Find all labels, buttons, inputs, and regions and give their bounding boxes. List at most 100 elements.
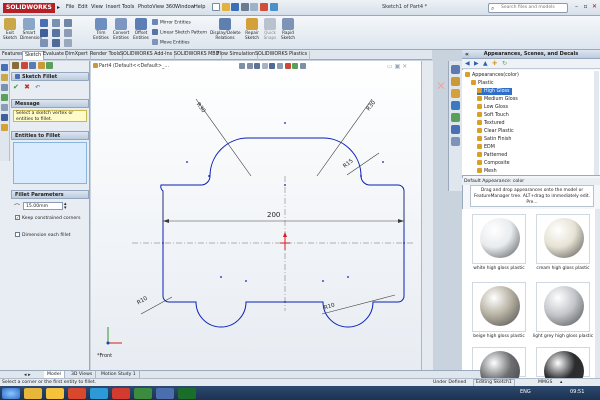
entities-selection-box[interactable]	[13, 142, 87, 184]
solidworks-logo[interactable]: SOLIDWORKS	[3, 3, 55, 13]
swatch-light-grey-high-gloss[interactable]	[536, 282, 590, 332]
swatch-white-high-gloss[interactable]	[472, 214, 526, 264]
open-folder-icon[interactable]	[221, 3, 230, 11]
tree-item-patterned[interactable]: Patterned	[477, 152, 507, 159]
fillet-icon[interactable]	[64, 29, 72, 37]
sketch-tool-icon[interactable]	[1, 84, 8, 91]
sketch-tool-icon[interactable]	[1, 114, 8, 121]
ok-check-icon[interactable]: ✔	[13, 83, 19, 91]
sketch-tool-icon[interactable]	[1, 64, 8, 71]
taskbar-app-icon[interactable]	[68, 388, 86, 399]
circle-icon[interactable]	[52, 19, 60, 27]
rectangle-icon[interactable]	[40, 29, 48, 37]
tree-item-appearances[interactable]: Appearances(color)	[465, 72, 519, 79]
tree-item-medium-gloss[interactable]: Medium Gloss	[477, 96, 518, 103]
print-icon[interactable]	[240, 3, 249, 11]
menu-insert[interactable]: Insert	[106, 4, 120, 10]
arc-icon[interactable]	[52, 29, 60, 37]
line-icon[interactable]	[40, 19, 48, 27]
menu-tools[interactable]: Tools	[122, 4, 134, 10]
offset-entities-button[interactable]: Offset Entities	[132, 18, 150, 40]
smart-dimension-button[interactable]: Smart Dimension	[20, 18, 42, 40]
tree-item-satin-finish[interactable]: Satin Finish	[477, 136, 511, 143]
sketch-tool-icon[interactable]	[1, 94, 8, 101]
feature-manager-icon[interactable]	[12, 62, 19, 69]
up-folder-icon[interactable]: ▲	[483, 60, 488, 67]
dimension-each-checkbox[interactable]	[15, 232, 20, 237]
tree-item-composite[interactable]: Composite	[477, 160, 510, 167]
expand-menu-arrow-icon[interactable]: ▸	[57, 4, 60, 11]
taskbar-language[interactable]: ENG	[520, 389, 531, 395]
point-icon[interactable]	[64, 39, 72, 47]
tab-flow-simulation[interactable]: Flow Simulation	[215, 51, 259, 60]
appearances-icon[interactable]	[451, 113, 460, 122]
solidworks-resources-icon[interactable]	[451, 65, 460, 74]
tab-plastics[interactable]: SOLIDWORKS Plastics	[253, 51, 311, 60]
display-delete-relations-button[interactable]: Display/Delete Relations	[210, 18, 241, 40]
swatch-dark-grey-high-gloss[interactable]	[472, 347, 526, 391]
tree-item-clear-plastic[interactable]: Clear Plastic	[477, 128, 514, 135]
tree-item-high-gloss[interactable]: High Gloss	[477, 88, 512, 95]
menu-view[interactable]: View	[91, 4, 103, 10]
restore-button[interactable]: ▫	[581, 2, 590, 11]
keep-constrained-checkbox[interactable]: ✓	[15, 215, 20, 220]
design-library-icon[interactable]	[451, 77, 460, 86]
taskbar-app-icon[interactable]	[156, 388, 174, 399]
sketch-tool-icon[interactable]	[1, 104, 8, 111]
menu-photoview[interactable]: PhotoView 360	[138, 4, 175, 10]
taskbar-app-icon[interactable]	[178, 388, 196, 399]
refresh-icon[interactable]: ↻	[502, 60, 507, 67]
tree-item-mesh[interactable]: Mesh	[477, 168, 497, 175]
custom-properties-icon[interactable]	[451, 125, 460, 134]
text-icon[interactable]	[52, 39, 60, 47]
tree-item-soft-touch[interactable]: Soft Touch	[477, 112, 509, 119]
back-icon[interactable]: ◀	[465, 60, 470, 67]
tab-addins[interactable]: SOLIDWORKS Add-Ins	[118, 51, 176, 60]
entities-to-fillet-header[interactable]: Entities to Fillet	[11, 131, 89, 140]
rebuild-icon[interactable]	[259, 3, 268, 11]
radius-spinner[interactable]: ▴ ▾	[64, 202, 67, 211]
menu-file[interactable]: File	[66, 4, 74, 10]
menu-help[interactable]: Help	[194, 4, 205, 10]
trim-entities-button[interactable]: Trim Entities	[92, 18, 110, 40]
new-document-icon[interactable]	[212, 3, 220, 11]
close-button[interactable]: ✕	[590, 2, 599, 11]
menu-window[interactable]: Window	[175, 4, 195, 10]
tree-item-plastic[interactable]: Plastic	[471, 80, 494, 87]
view-palette-icon[interactable]	[451, 101, 460, 110]
exit-sketch-button[interactable]: Exit Sketch	[2, 18, 18, 40]
search-input[interactable]: ⌕ Search files and models	[488, 3, 568, 13]
forward-icon[interactable]: ▶	[474, 60, 479, 67]
start-button[interactable]	[2, 388, 20, 399]
sketch-profile[interactable]	[160, 137, 405, 328]
sketch-tool-icon[interactable]	[1, 124, 8, 131]
property-manager-icon[interactable]	[20, 62, 28, 69]
tree-scrollbar[interactable]	[594, 71, 599, 175]
swatch-cream-high-gloss[interactable]	[536, 214, 590, 264]
file-explorer-icon[interactable]	[451, 89, 460, 98]
undo-icon[interactable]: ↶	[35, 84, 40, 91]
configuration-manager-icon[interactable]	[29, 62, 37, 69]
display-manager-icon[interactable]	[46, 62, 54, 69]
swatch-scrollbar[interactable]	[595, 209, 600, 378]
save-icon[interactable]	[231, 3, 240, 11]
menu-edit[interactable]: Edit	[78, 4, 88, 10]
taskbar-app-icon[interactable]	[134, 388, 152, 399]
taskbar-app-icon[interactable]	[24, 388, 42, 399]
cancel-x-icon[interactable]: ✖	[24, 83, 30, 91]
keep-constrained-option[interactable]: ✓ Keep constrained corners	[15, 215, 87, 221]
solidworks-forum-icon[interactable]	[451, 137, 460, 146]
taskbar-app-icon[interactable]	[46, 388, 64, 399]
sketch-tool-icon[interactable]	[1, 74, 8, 81]
convert-entities-button[interactable]: Convert Entities	[112, 18, 130, 40]
dimxpert-manager-icon[interactable]	[37, 62, 45, 69]
swatch-black-high-gloss[interactable]	[536, 347, 590, 391]
linear-pattern-button[interactable]: Linear Sketch Pattern	[152, 29, 207, 36]
taskbar-app-icon[interactable]	[90, 388, 108, 399]
solidworks-taskbar-icon[interactable]	[112, 388, 130, 399]
message-header[interactable]: Message	[11, 99, 89, 108]
move-entities-button[interactable]: Move Entities	[152, 39, 190, 46]
swatch-beige-high-gloss[interactable]	[472, 282, 526, 332]
polygon-icon[interactable]	[40, 39, 48, 47]
rapid-sketch-button[interactable]: Rapid Sketch	[280, 18, 296, 40]
